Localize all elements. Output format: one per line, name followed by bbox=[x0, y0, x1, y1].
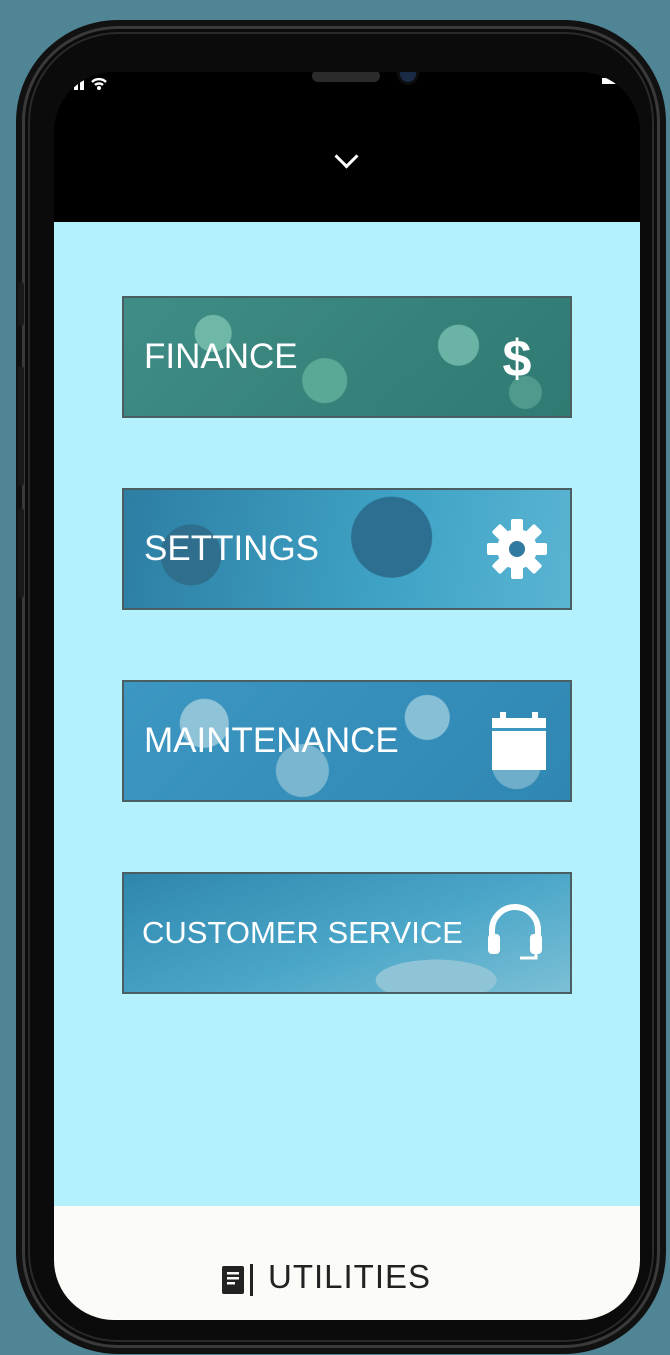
settings-label: SETTINGS bbox=[144, 529, 320, 568]
signal-wifi-icon bbox=[74, 74, 107, 90]
gear-icon bbox=[487, 519, 547, 579]
footer-divider bbox=[250, 1264, 253, 1296]
document-icon bbox=[222, 1266, 244, 1294]
settings-tile[interactable]: SETTINGS bbox=[122, 488, 572, 610]
calendar-icon bbox=[492, 712, 546, 770]
finance-tile[interactable]: FINANCE $ bbox=[122, 296, 572, 418]
finance-label: FINANCE bbox=[144, 337, 298, 376]
customer-service-label: CUSTOMER SERVICE bbox=[142, 915, 463, 950]
headset-icon bbox=[488, 904, 542, 960]
status-signal-wifi bbox=[62, 72, 112, 98]
speaker bbox=[312, 72, 380, 82]
phone-screen: FINANCE $ SETTINGS MAINTENANCE CUSTOMER … bbox=[54, 72, 640, 1320]
footer-bar: UTILITIES bbox=[54, 1206, 640, 1320]
maintenance-label: MAINTENANCE bbox=[144, 721, 399, 760]
top-bar bbox=[54, 72, 640, 222]
battery-icon bbox=[602, 78, 624, 84]
maintenance-tile[interactable]: MAINTENANCE bbox=[122, 680, 572, 802]
dollar-icon: $ bbox=[503, 330, 532, 388]
customer-service-tile[interactable]: CUSTOMER SERVICE bbox=[122, 872, 572, 994]
phone-mute-switch bbox=[18, 282, 24, 326]
chevron-down-icon[interactable] bbox=[334, 144, 359, 169]
utilities-label[interactable]: UTILITIES bbox=[268, 1258, 431, 1296]
page-edge bbox=[0, 0, 16, 1355]
phone-volume-up bbox=[18, 366, 24, 486]
phone-volume-down bbox=[18, 508, 24, 598]
svg-text:$: $ bbox=[503, 330, 532, 388]
menu-content: FINANCE $ SETTINGS MAINTENANCE CUSTOMER … bbox=[54, 222, 640, 1206]
